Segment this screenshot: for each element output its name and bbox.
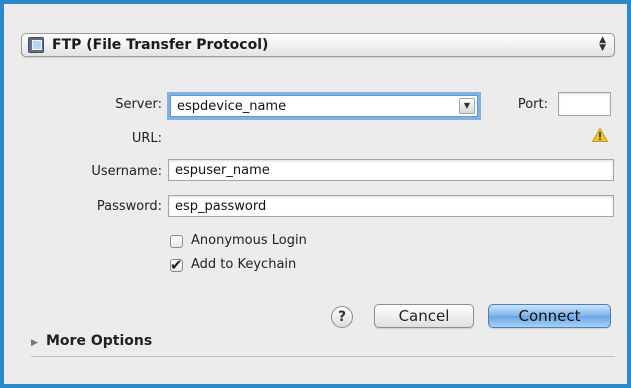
port-field[interactable]	[558, 92, 611, 116]
url-label: URL:	[131, 131, 162, 146]
server-label: Server:	[115, 97, 162, 112]
add-to-keychain-label[interactable]: Add to Keychain	[191, 257, 296, 272]
popup-arrows-icon: ▲ ▼	[599, 35, 606, 53]
warning-icon[interactable]	[592, 128, 608, 142]
password-field[interactable]: esp_password	[168, 195, 614, 217]
checkmark-icon: ✔	[170, 256, 183, 274]
connect-button[interactable]: Connect	[488, 304, 611, 328]
cancel-button[interactable]: Cancel	[374, 304, 474, 328]
file-server-icon	[28, 37, 44, 53]
protocol-popup[interactable]: FTP (File Transfer Protocol) ▲ ▼	[21, 33, 615, 57]
disclosure-triangle-icon[interactable]: ▶	[31, 338, 38, 348]
anonymous-login-label[interactable]: Anonymous Login	[191, 233, 307, 248]
username-field[interactable]: espuser_name	[168, 159, 614, 181]
username-value: espuser_name	[175, 163, 270, 178]
password-value: esp_password	[175, 199, 267, 214]
help-button[interactable]: ?	[331, 306, 353, 328]
username-label: Username:	[91, 164, 162, 179]
port-label: Port:	[517, 97, 548, 112]
more-options-toggle[interactable]: More Options	[46, 333, 152, 349]
divider	[31, 356, 615, 357]
connect-dialog: FTP (File Transfer Protocol) ▲ ▼ Server: …	[4, 4, 627, 384]
add-to-keychain-checkbox[interactable]: ✔	[170, 256, 183, 274]
password-label: Password:	[96, 199, 162, 214]
server-combobox[interactable]: espdevice_name ▼	[170, 95, 478, 117]
protocol-label: FTP (File Transfer Protocol)	[52, 37, 269, 53]
server-value: espdevice_name	[177, 99, 287, 114]
chevron-down-icon[interactable]: ▼	[459, 98, 475, 114]
anonymous-login-checkbox[interactable]	[170, 235, 183, 248]
